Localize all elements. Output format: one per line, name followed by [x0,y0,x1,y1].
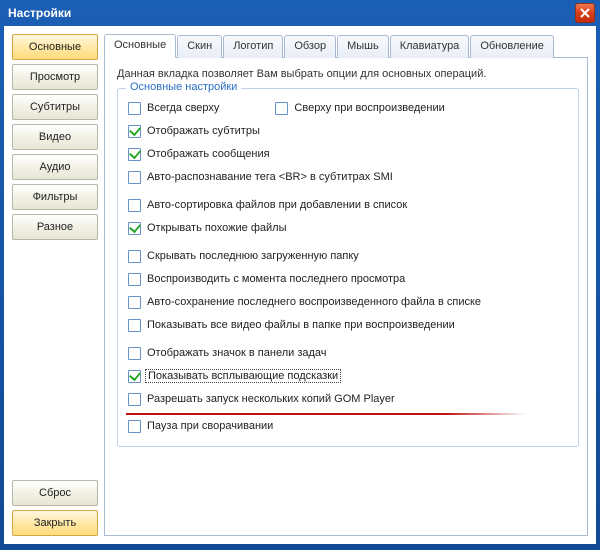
checkbox-label-1[interactable]: Отображать субтитры [147,125,260,137]
option-row-3: Авто-распознавание тега <BR> в субтитрах… [128,168,568,186]
checkbox-label-11[interactable]: Показывать всплывающие подсказки [145,369,341,383]
tab-3[interactable]: Обзор [284,35,336,58]
option-row-0: Всегда сверху Сверху при воспроизведении [128,99,568,117]
checkbox-3[interactable] [128,171,141,184]
option-row-1: Отображать субтитры [128,122,568,140]
close-button[interactable] [575,3,595,23]
checkbox-2[interactable] [128,148,141,161]
checkbox-10[interactable] [128,347,141,360]
checkbox-12[interactable] [128,393,141,406]
panel-description: Данная вкладка позволяет Вам выбрать опц… [117,68,579,80]
checkbox-1[interactable] [128,125,141,138]
tab-6[interactable]: Обновление [470,35,554,58]
option-row-4: Авто-сортировка файлов при добавлении в … [128,196,568,214]
sidebar-item-0[interactable]: Основные [12,34,98,60]
checkbox-label-6[interactable]: Скрывать последнюю загруженную папку [147,250,359,262]
checkbox-label-7[interactable]: Воспроизводить с момента последнего прос… [147,273,405,285]
checkbox-0[interactable] [128,102,141,115]
tab-4[interactable]: Мышь [337,35,389,58]
checkbox-label-0-b[interactable]: Сверху при воспроизведении [294,102,444,114]
tab-0[interactable]: Основные [104,34,176,58]
fieldset-main-settings: Основные настройки Всегда сверхуСверху п… [117,88,579,447]
checkbox-8[interactable] [128,296,141,309]
checkbox-label-12[interactable]: Разрешать запуск нескольких копий GOM Pl… [147,393,395,405]
checkbox-label-3[interactable]: Авто-распознавание тега <BR> в субтитрах… [147,171,393,183]
sidebar-item-1[interactable]: Просмотр [12,64,98,90]
close-settings-button[interactable]: Закрыть [12,510,98,536]
checkbox-5[interactable] [128,222,141,235]
option-row-7: Воспроизводить с момента последнего прос… [128,270,568,288]
option-row-8: Авто-сохранение последнего воспроизведен… [128,293,568,311]
checkbox-7[interactable] [128,273,141,286]
tab-1[interactable]: Скин [177,35,222,58]
checkbox-4[interactable] [128,199,141,212]
reset-button[interactable]: Сброс [12,480,98,506]
option-row-11: Показывать всплывающие подсказки [128,367,568,385]
checkbox-label-13[interactable]: Пауза при сворачивании [147,420,273,432]
sidebar-item-3[interactable]: Видео [12,124,98,150]
tab-5[interactable]: Клавиатура [390,35,470,58]
sidebar-item-5[interactable]: Фильтры [12,184,98,210]
checkbox-6[interactable] [128,250,141,263]
checkbox-label-0[interactable]: Всегда сверху [147,102,219,114]
sidebar-item-6[interactable]: Разное [12,214,98,240]
tab-panel-general: Данная вкладка позволяет Вам выбрать опц… [104,58,588,536]
close-icon [580,8,590,18]
option-row-9: Показывать все видео файлы в папке при в… [128,316,568,334]
sidebar: Основные Просмотр Субтитры Видео Аудио Фильтр… [12,34,98,536]
highlight-underline [126,413,526,415]
tab-2[interactable]: Логотип [223,35,283,58]
checkbox-9[interactable] [128,319,141,332]
checkbox-0-b[interactable] [275,102,288,115]
main-panel: ОсновныеСкинЛоготипОбзорМышьКлавиатураОб… [104,34,588,536]
fieldset-legend: Основные настройки [126,81,241,93]
checkbox-label-5[interactable]: Открывать похожие файлы [147,222,287,234]
checkbox-11[interactable] [128,370,141,383]
checkbox-label-2[interactable]: Отображать сообщения [147,148,270,160]
option-row-6: Скрывать последнюю загруженную папку [128,247,568,265]
option-row-5: Открывать похожие файлы [128,219,568,237]
titlebar: Настройки [0,0,600,26]
checkbox-label-8[interactable]: Авто-сохранение последнего воспроизведен… [147,296,481,308]
option-row-2: Отображать сообщения [128,145,568,163]
checkbox-label-9[interactable]: Показывать все видео файлы в папке при в… [147,319,455,331]
option-row-10: Отображать значок в панели задач [128,344,568,362]
checkbox-label-10[interactable]: Отображать значок в панели задач [147,347,327,359]
checkbox-13[interactable] [128,420,141,433]
sidebar-item-4[interactable]: Аудио [12,154,98,180]
option-row-13: Пауза при сворачивании [128,417,568,435]
window-title: Настройки [8,6,71,20]
option-row-12: Разрешать запуск нескольких копий GOM Pl… [128,390,568,408]
checkbox-label-4[interactable]: Авто-сортировка файлов при добавлении в … [147,199,407,211]
tabstrip: ОсновныеСкинЛоготипОбзорМышьКлавиатураОб… [104,34,588,58]
sidebar-item-2[interactable]: Субтитры [12,94,98,120]
